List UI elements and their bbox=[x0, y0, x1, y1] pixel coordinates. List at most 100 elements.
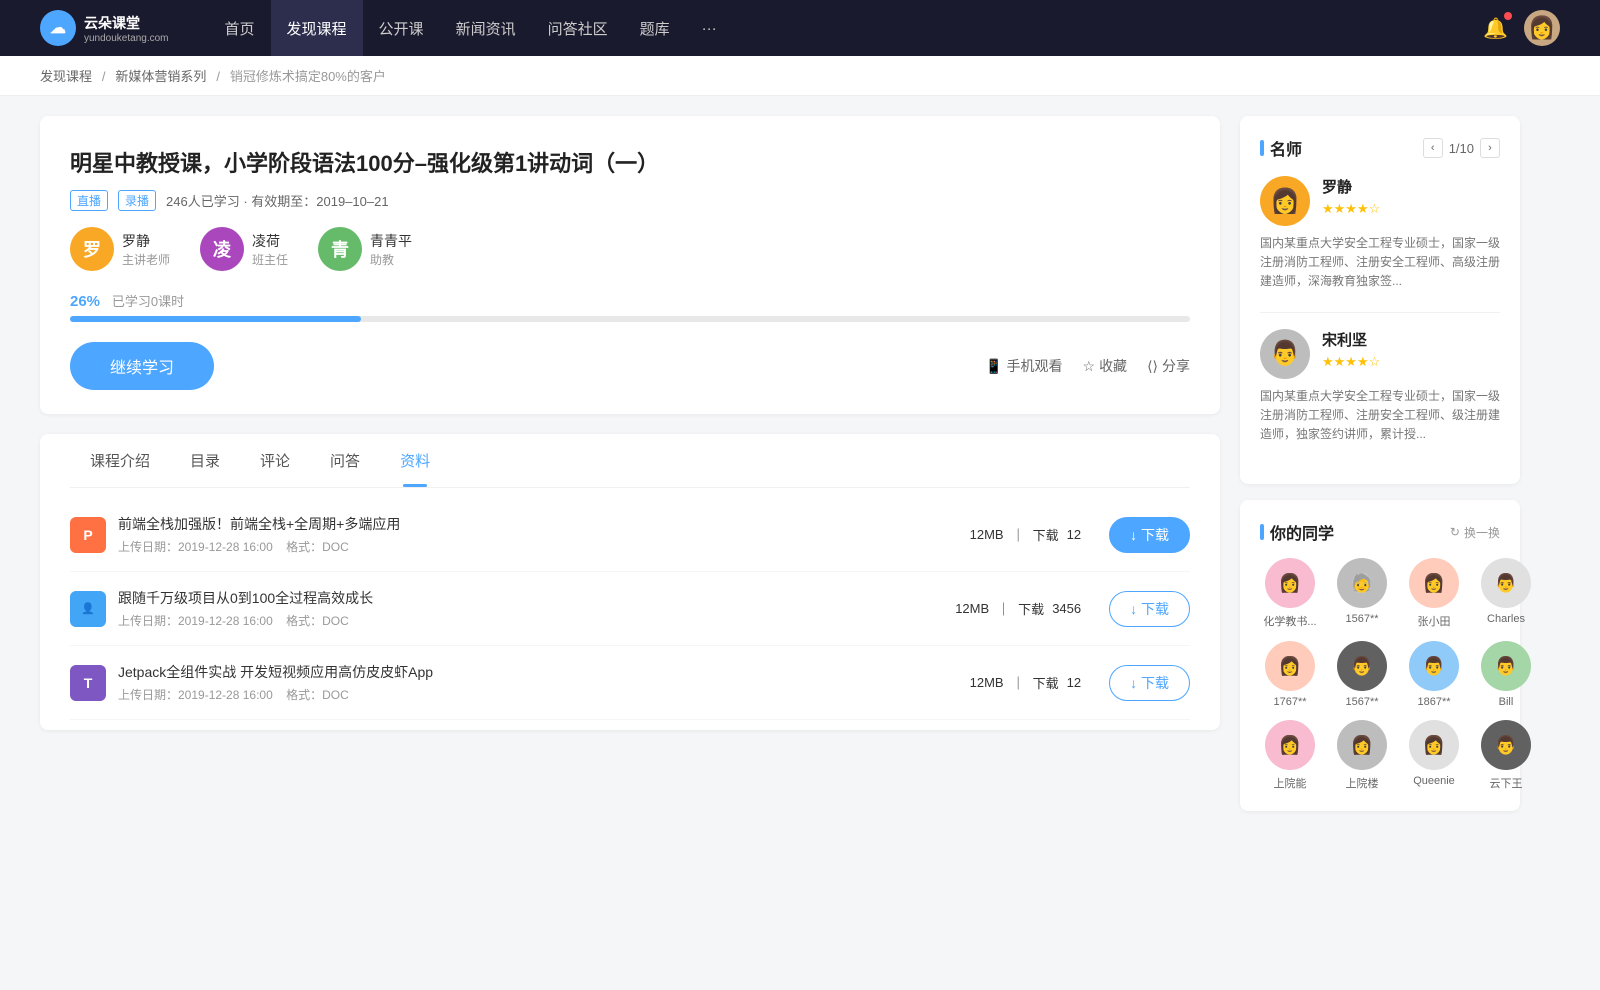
classmate-name-5: 1567** bbox=[1332, 696, 1392, 708]
refresh-button[interactable]: ↻ 换一换 bbox=[1450, 524, 1500, 541]
resource-info-1: 跟随千万级项目从0到100全过程高效成长 上传日期：2019-12-28 16:… bbox=[118, 588, 943, 629]
classmate-1[interactable]: 🧓 1567** bbox=[1332, 558, 1392, 629]
teacher-avatar-1: 凌 bbox=[200, 227, 244, 271]
logo-text: 云朵课堂 yundouketang.com bbox=[84, 13, 169, 44]
continue-button[interactable]: 继续学习 bbox=[70, 342, 214, 390]
logo[interactable]: ☁ 云朵课堂 yundouketang.com bbox=[40, 10, 169, 46]
teacher-sidebar-name-1: 宋利坚 bbox=[1322, 329, 1500, 350]
classmate-name-4: 1767** bbox=[1260, 696, 1320, 708]
teachers-row: 罗 罗静 主讲老师 凌 凌荷 班主任 青 青青平 bbox=[70, 227, 1190, 271]
classmate-5[interactable]: 👨 1567** bbox=[1332, 641, 1392, 708]
nav-right: 🔔 👩 bbox=[1483, 10, 1560, 46]
classmate-4[interactable]: 👩 1767** bbox=[1260, 641, 1320, 708]
course-meta: 直播 录播 246人已学习 · 有效期至：2019–10–21 bbox=[70, 190, 1190, 211]
prev-page-button[interactable]: ‹ bbox=[1423, 138, 1443, 158]
classmates-card: 你的同学 ↻ 换一换 👩 化学教书... 🧓 1567** 👩 张小田 bbox=[1240, 500, 1520, 811]
teacher-sidebar-info-1: 宋利坚 ★★★★☆ bbox=[1322, 329, 1500, 370]
resource-name-2: Jetpack全组件实战 开发短视频应用高仿皮皮虾App bbox=[118, 662, 958, 682]
teacher-sidebar-top-1: 👨 宋利坚 ★★★★☆ bbox=[1260, 329, 1500, 379]
teacher-item-1: 凌 凌荷 班主任 bbox=[200, 227, 288, 271]
progress-bar-fill bbox=[70, 316, 361, 322]
nav-item-news[interactable]: 新闻资讯 bbox=[440, 0, 532, 56]
logo-icon: ☁ bbox=[40, 10, 76, 46]
teacher-item-0: 罗 罗静 主讲老师 bbox=[70, 227, 170, 271]
breadcrumb-current: 销冠修炼术搞定80%的客户 bbox=[230, 69, 386, 84]
resource-name-1: 跟随千万级项目从0到100全过程高效成长 bbox=[118, 588, 943, 608]
resource-item-2: T Jetpack全组件实战 开发短视频应用高仿皮皮虾App 上传日期：2019… bbox=[70, 646, 1190, 720]
course-students-meta: 246人已学习 · 有效期至：2019–10–21 bbox=[166, 191, 389, 210]
teacher-sidebar-0: 👩 罗静 ★★★★☆ 国内某重点大学安全工程专业硕士，国家一级注册消防工程师、注… bbox=[1260, 176, 1500, 292]
resource-meta-2: 上传日期：2019-12-28 16:00 格式：DOC bbox=[118, 686, 958, 703]
classmate-name-1: 1567** bbox=[1332, 613, 1392, 625]
classmate-avatar-10: 👩 bbox=[1409, 720, 1459, 770]
mobile-view-button[interactable]: 📱 手机观看 bbox=[985, 356, 1062, 376]
progress-sub: 已学习0课时 bbox=[112, 294, 184, 309]
nav-item-qa[interactable]: 问答社区 bbox=[532, 0, 624, 56]
tab-material[interactable]: 资料 bbox=[380, 434, 450, 487]
nav-item-discover[interactable]: 发现课程 bbox=[271, 0, 363, 56]
teacher-item-2: 青 青青平 助教 bbox=[318, 227, 412, 271]
bell-button[interactable]: 🔔 bbox=[1483, 16, 1508, 41]
bell-icon: 🔔 bbox=[1483, 18, 1508, 40]
nav-item-exam[interactable]: 题库 bbox=[624, 0, 686, 56]
user-avatar[interactable]: 👩 bbox=[1524, 10, 1560, 46]
classmate-2[interactable]: 👩 张小田 bbox=[1404, 558, 1464, 629]
progress-label: 26% bbox=[70, 293, 100, 310]
classmate-name-8: 上院能 bbox=[1260, 775, 1320, 791]
download-button-0[interactable]: ↓ 下载 bbox=[1109, 517, 1190, 553]
course-actions: 继续学习 📱 手机观看 ☆ 收藏 ⟨⟩ 分享 bbox=[70, 342, 1190, 390]
action-links: 📱 手机观看 ☆ 收藏 ⟨⟩ 分享 bbox=[985, 356, 1190, 376]
teachers-sidebar-card: 名师 ‹ 1/10 › 👩 罗静 ★★★★☆ bbox=[1240, 116, 1520, 484]
classmate-10[interactable]: 👩 Queenie bbox=[1404, 720, 1464, 791]
classmate-avatar-9: 👩 bbox=[1337, 720, 1387, 770]
teacher-sidebar-avatar-0: 👩 bbox=[1260, 176, 1310, 226]
download-button-2[interactable]: ↓ 下载 bbox=[1109, 665, 1190, 701]
user-avatar-img: 👩 bbox=[1528, 15, 1555, 41]
classmate-0[interactable]: 👩 化学教书... bbox=[1260, 558, 1320, 629]
tab-qa[interactable]: 问答 bbox=[310, 434, 380, 487]
teacher-info-0: 罗静 主讲老师 bbox=[122, 231, 170, 268]
classmate-9[interactable]: 👩 上院楼 bbox=[1332, 720, 1392, 791]
resource-stats-1: 12MB ｜ 下载 3456 bbox=[955, 599, 1081, 618]
classmate-6[interactable]: 👨 1867** bbox=[1404, 641, 1464, 708]
tab-catalog[interactable]: 目录 bbox=[170, 434, 240, 487]
classmate-name-0: 化学教书... bbox=[1260, 613, 1320, 629]
breadcrumb-series[interactable]: 新媒体营销系列 bbox=[115, 69, 206, 84]
classmate-7[interactable]: 👨 Bill bbox=[1476, 641, 1536, 708]
classmate-avatar-0: 👩 bbox=[1265, 558, 1315, 608]
course-title: 明星中教授课，小学阶段语法100分–强化级第1讲动词（一） bbox=[70, 146, 1190, 178]
tabs-row: 课程介绍 目录 评论 问答 资料 bbox=[70, 434, 1190, 488]
share-button[interactable]: ⟨⟩ 分享 bbox=[1147, 356, 1190, 376]
classmate-8[interactable]: 👩 上院能 bbox=[1260, 720, 1320, 791]
classmate-name-10: Queenie bbox=[1404, 775, 1464, 787]
classmate-11[interactable]: 👨 云下王 bbox=[1476, 720, 1536, 791]
resource-item-0: P 前端全栈加强版！前端全栈+全周期+多端应用 上传日期：2019-12-28 … bbox=[70, 498, 1190, 572]
next-page-button[interactable]: › bbox=[1480, 138, 1500, 158]
collect-button[interactable]: ☆ 收藏 bbox=[1083, 356, 1128, 376]
classmates-header: 你的同学 ↻ 换一换 bbox=[1260, 520, 1500, 544]
teacher-sidebar-1: 👨 宋利坚 ★★★★☆ 国内某重点大学安全工程专业硕士，国家一级注册消防工程师、… bbox=[1260, 329, 1500, 445]
main-container: 明星中教授课，小学阶段语法100分–强化级第1讲动词（一） 直播 录播 246人… bbox=[0, 96, 1560, 831]
classmate-avatar-4: 👩 bbox=[1265, 641, 1315, 691]
progress-bar-bg bbox=[70, 316, 1190, 322]
star-icon: ☆ bbox=[1083, 358, 1096, 375]
nav-item-more[interactable]: ··· bbox=[686, 0, 733, 56]
pagination-ctrl: ‹ 1/10 › bbox=[1423, 138, 1500, 158]
nav-item-home[interactable]: 首页 bbox=[209, 0, 271, 56]
classmate-avatar-3: 👨 bbox=[1481, 558, 1531, 608]
teacher-name-2: 青青平 bbox=[370, 231, 412, 251]
nav-item-open[interactable]: 公开课 bbox=[363, 0, 440, 56]
breadcrumb-discover[interactable]: 发现课程 bbox=[40, 69, 92, 84]
tab-intro[interactable]: 课程介绍 bbox=[70, 434, 170, 487]
classmate-name-3: Charles bbox=[1476, 613, 1536, 625]
download-button-1[interactable]: ↓ 下载 bbox=[1109, 591, 1190, 627]
classmate-3[interactable]: 👨 Charles bbox=[1476, 558, 1536, 629]
teacher-sidebar-avatar-1: 👨 bbox=[1260, 329, 1310, 379]
resource-info-0: 前端全栈加强版！前端全栈+全周期+多端应用 上传日期：2019-12-28 16… bbox=[118, 514, 958, 555]
resource-info-2: Jetpack全组件实战 开发短视频应用高仿皮皮虾App 上传日期：2019-1… bbox=[118, 662, 958, 703]
tab-comment[interactable]: 评论 bbox=[240, 434, 310, 487]
classmate-name-6: 1867** bbox=[1404, 696, 1464, 708]
page-indicator: 1/10 bbox=[1449, 141, 1474, 156]
resource-icon-1: 👤 bbox=[70, 591, 106, 627]
teacher-sidebar-info-0: 罗静 ★★★★☆ bbox=[1322, 176, 1500, 217]
